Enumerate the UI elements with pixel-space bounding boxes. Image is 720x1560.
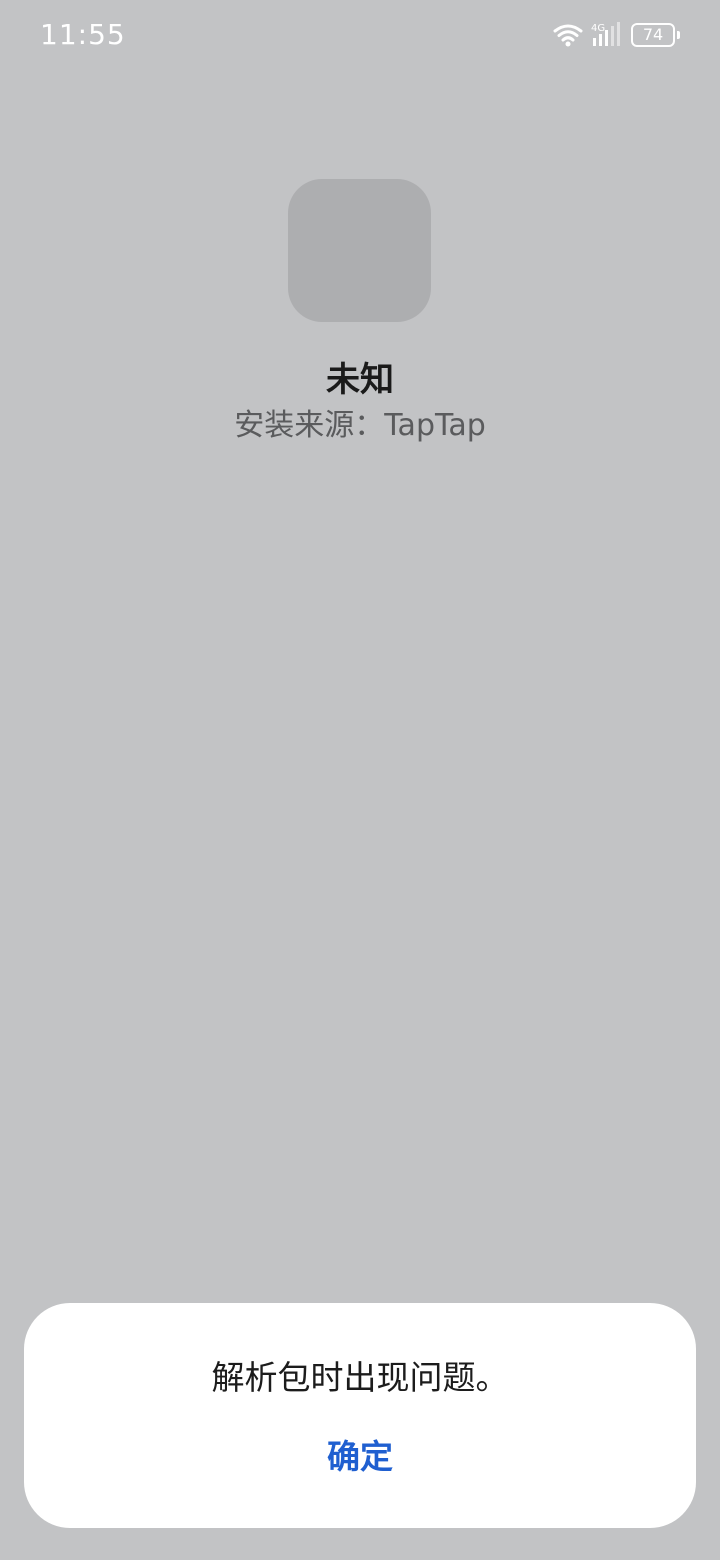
battery-level: 74 — [642, 25, 664, 44]
status-time: 11:55 — [40, 18, 126, 51]
dialog-message: 解析包时出现问题。 — [211, 1358, 509, 1397]
app-name: 未知 — [326, 360, 394, 400]
cellular-signal-icon: 4G — [591, 22, 623, 48]
wifi-icon — [553, 23, 583, 47]
battery-cap — [677, 31, 680, 39]
install-source: 安装来源：TapTap — [234, 408, 486, 443]
package-installer-screen: 11:55 4G 74 未知 安装来源：TapTap 解析包时出现问题。 确定 — [0, 0, 720, 1560]
status-icons: 4G 74 — [553, 20, 680, 50]
status-bar: 11:55 4G 74 — [0, 0, 720, 70]
battery-icon: 74 — [631, 23, 675, 47]
error-dialog: 解析包时出现问题。 确定 — [24, 1303, 696, 1528]
confirm-button[interactable]: 确定 — [260, 1427, 460, 1487]
network-type-label: 4G — [591, 23, 605, 34]
app-placeholder-icon — [288, 179, 431, 322]
